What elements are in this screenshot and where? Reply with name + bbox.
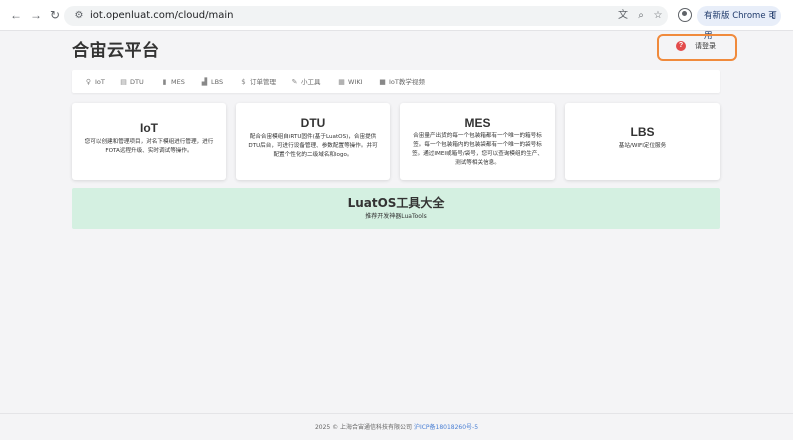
brand-title: 合宙云平台 [72, 41, 160, 61]
video-icon: ■ [379, 78, 386, 86]
profile-icon[interactable] [678, 8, 692, 22]
back-arrow-icon[interactable]: ← [9, 8, 23, 22]
card-description: 您可以创建和管理项目，对名下模组进行管理，进行FOTA远程升级、实时调试等操作。 [84, 139, 214, 154]
card-title: MES [464, 116, 491, 130]
menu-item-iot[interactable]: ♀ IoT [84, 76, 105, 88]
menu-item-tools[interactable]: ✎ 小工具 [290, 76, 321, 88]
reload-icon[interactable]: ↻ [48, 8, 62, 22]
footer: 2025 © 上海合宙通信科技有限公司 沪ICP备18018260号-5 [0, 422, 793, 431]
card-description: 合宙量产出货的每一个包装箱都有一个唯一的箱号标签。每一个包装箱内的包装袋都有一个… [411, 133, 543, 166]
menu-item-label: IoT教学视频 [389, 78, 425, 86]
card-lbs[interactable]: LBS 基站/WIFI定位服务 [565, 103, 720, 180]
icp-link[interactable]: 沪ICP备18018260号-5 [414, 424, 478, 431]
site-settings-icon[interactable]: ⚙ [72, 9, 86, 23]
dollar-icon: $ [241, 78, 246, 86]
card-title: DTU [300, 116, 326, 130]
help-icon: ? [676, 41, 686, 51]
login-label: 请登录 [695, 42, 716, 50]
footer-copyright: 2025 © 上海合宙通信科技有限公司 [314, 424, 414, 431]
card-description: 配合合宙模组自iRTU固件(基于LuatOS)，合宙提供DTU后台，可进行设备管… [248, 134, 378, 158]
banner-subtitle: 推荐开发神器LuaTools [365, 213, 427, 220]
luatos-tools-banner[interactable]: LuatOS工具大全 推荐开发神器LuaTools [72, 188, 720, 229]
menu-item-label: IoT [95, 78, 105, 86]
address-bar[interactable]: ⚙ iot.openluat.com/cloud/main 文 ⌕ ☆ [64, 6, 668, 26]
menu-item-label: 订单管理 [250, 78, 276, 86]
menu-item-mes[interactable]: ▮ MES [160, 76, 185, 88]
menu-item-dtu[interactable]: ▤ DTU [119, 76, 144, 88]
card-title: IoT [140, 121, 158, 135]
translate-icon[interactable]: 文 [616, 9, 630, 23]
url-text[interactable]: iot.openluat.com/cloud/main [90, 10, 233, 21]
menu-item-label: WIKI [348, 78, 363, 86]
menu-item-wiki[interactable]: ▦ WIKI [337, 76, 363, 88]
chrome-update-button[interactable]: 有新版 Chrome 可用 ⋮ [697, 6, 781, 41]
wiki-icon: ▦ [338, 78, 345, 86]
card-title: LBS [630, 125, 655, 139]
menu-item-videos[interactable]: ■ IoT教学视频 [378, 76, 425, 88]
bookmark-star-icon[interactable]: ☆ [651, 9, 665, 23]
menu-item-label: LBS [211, 78, 224, 86]
login-button[interactable]: ? 请登录 [657, 34, 737, 61]
menu-item-lbs[interactable]: ▟ LBS [200, 76, 223, 88]
card-description: 基站/WIFI定位服务 [618, 143, 667, 149]
more-menu-icon[interactable]: ⋮ [769, 6, 778, 26]
menu-item-label: 小工具 [301, 78, 321, 86]
menu-item-label: MES [171, 78, 185, 86]
footer-divider [0, 413, 793, 414]
dtu-icon: ▤ [120, 78, 127, 86]
iot-icon: ♀ [85, 78, 92, 86]
card-iot[interactable]: IoT 您可以创建和管理项目，对名下模组进行管理，进行FOTA远程升级、实时调试… [72, 103, 226, 180]
menu-item-label: DTU [130, 78, 144, 86]
forward-arrow-icon[interactable]: → [29, 8, 43, 22]
card-mes[interactable]: MES 合宙量产出货的每一个包装箱都有一个唯一的箱号标签。每一个包装箱内的包装袋… [400, 103, 555, 180]
menu-item-orders[interactable]: $ 订单管理 [239, 76, 276, 88]
card-dtu[interactable]: DTU 配合合宙模组自iRTU固件(基于LuatOS)，合宙提供DTU后台，可进… [236, 103, 390, 180]
mes-icon: ▮ [162, 78, 167, 86]
banner-title: LuatOS工具大全 [347, 196, 445, 210]
main-menu: ♀ IoT ▤ DTU ▮ MES ▟ LBS $ 订单管理 ✎ 小工具 ▦ WIKI ■ Io… [72, 70, 720, 93]
browser-toolbar: ← → ↻ ⚙ iot.openluat.com/cloud/main 文 ⌕ … [0, 0, 793, 41]
wrench-icon: ✎ [291, 78, 298, 86]
lbs-icon: ▟ [201, 78, 208, 86]
zoom-icon[interactable]: ⌕ [634, 9, 648, 23]
